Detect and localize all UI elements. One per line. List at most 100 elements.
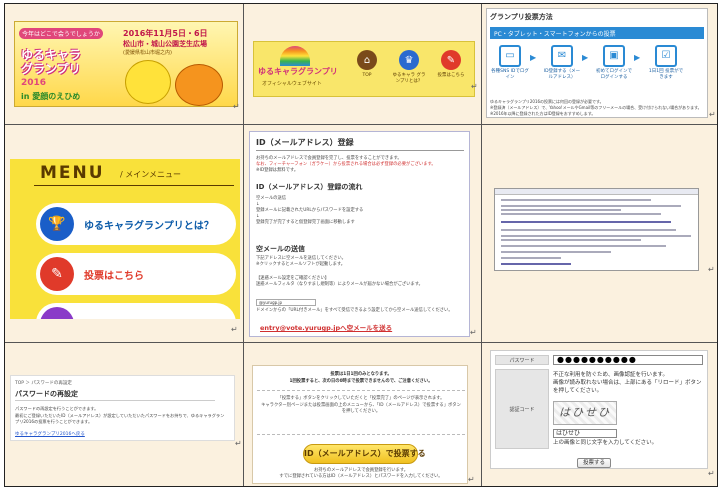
spam-warning-text: ドメインからの「URL付きメール」をすべて受信できるよう設定してから空メール送信… bbox=[256, 308, 453, 313]
nav-top-button[interactable]: ⌂ TOP bbox=[350, 50, 384, 94]
menu-item-label: ゆるキャラグランプリとは？ bbox=[84, 221, 214, 232]
divider bbox=[256, 150, 464, 151]
mascot-bird-icon bbox=[125, 60, 171, 104]
paragraph-mark-icon: ↵ bbox=[468, 475, 475, 484]
vote-method-bar: PC・タブレット・スマートフォンからの投票 bbox=[490, 27, 704, 39]
paragraph-mark-icon: ↵ bbox=[471, 82, 478, 91]
submit-vote-button[interactable]: 投票する bbox=[577, 458, 611, 468]
banner-date: 2016年11月5日・6日 bbox=[123, 29, 208, 38]
vote-step-label: ID登録する（メールアドレス） bbox=[543, 69, 581, 80]
email-screenshot bbox=[494, 188, 699, 271]
divider bbox=[257, 434, 465, 435]
captcha-instructions: 画像が読み取れない場合は、上部にある「リロード」ボタンを押してください。 bbox=[553, 380, 702, 394]
site-header: ゆるキャラグランプリ オフィシャルウェブサイト ⌂ TOP ♛ ゆるキャラ グラ… bbox=[253, 41, 475, 97]
site-logo[interactable]: ゆるキャラグランプリ bbox=[258, 66, 338, 77]
vote-step-label: 1日1回 投票ができます bbox=[648, 69, 684, 80]
email-line bbox=[501, 213, 661, 215]
vote-footer-text: すでに登録されている方はID（メールアドレス）とパスワードを入力してください。 bbox=[279, 474, 443, 479]
nav-vote-button[interactable]: ✎ 投票はこちら bbox=[434, 50, 468, 94]
id-register-text: ※ID登録は無料です。 bbox=[256, 168, 299, 173]
email-line bbox=[501, 239, 641, 241]
email-line bbox=[501, 251, 611, 253]
email-line bbox=[501, 235, 691, 237]
mascot-orange-icon bbox=[175, 64, 223, 106]
vote-method-panel: グランプリ投票方法 PC・タブレット・スマートフォンからの投票 ▭ 各種SNS … bbox=[486, 8, 708, 118]
menu-item-partial[interactable] bbox=[36, 303, 236, 319]
password-input[interactable]: ●●●●●●●●●● bbox=[553, 355, 703, 365]
cell-event-banner: 今年はどこで会うでしょうか 2016年11月5日・6日 松山市・城山公園芝生広場… bbox=[5, 4, 243, 124]
vote-icon: ✎ bbox=[40, 257, 74, 291]
cell-password-reset: TOP ＞ パスワードの再設定 パスワードの再設定 パスワードの再設定を行うこと… bbox=[5, 343, 243, 488]
yurugp-logo: ゆるキャラ グランプリ 2016 in 愛顔のえひめ bbox=[21, 48, 117, 104]
captcha-hint: 上の画像と同じ文字を入力してください。 bbox=[553, 440, 658, 446]
email-toolbar bbox=[495, 189, 698, 195]
banner-address: (愛媛県松山市堀之内) bbox=[123, 50, 172, 56]
send-empty-mail-link[interactable]: entry@vote.yurugp.jpへ空メールを送る bbox=[260, 322, 392, 332]
divider bbox=[15, 400, 215, 401]
menu-item-vote[interactable]: ✎ 投票はこちら bbox=[36, 253, 236, 295]
vote-step: ▭ 各種SNS IDでログイン bbox=[491, 45, 529, 95]
menu-item-label: 投票はこちら bbox=[84, 271, 144, 282]
send-title: 空メールの送信 bbox=[256, 245, 305, 253]
cell-id-register: ID（メールアドレス）登録 お持ちのメールアドレスで会員登録を完了し、投票をする… bbox=[244, 125, 481, 342]
cell-email-screenshot: ↵ bbox=[482, 125, 719, 342]
captcha-input[interactable]: はひせひ bbox=[553, 429, 617, 438]
menu-divider bbox=[34, 185, 234, 186]
vote-now-panel: 投票は1日1回のみとなります。 1回投票すると、次の日の0時まで投票できませんの… bbox=[252, 365, 468, 484]
flow-title: ID（メールアドレス）登録の流れ bbox=[256, 183, 363, 191]
arrow-right-icon: ▶ bbox=[530, 53, 537, 62]
menu-title: MENU bbox=[40, 163, 105, 183]
reset-text: 最初にご登録いただいたID（メールアドレス）が設定していただいたパスワードをお持… bbox=[15, 413, 225, 424]
vote-method-note: ※2016年以降に登録された方はID登録をおすすめします。 bbox=[490, 111, 596, 116]
reset-text: パスワードの再設定を行うことができます。 bbox=[15, 406, 99, 411]
page-title: パスワードの再設定 bbox=[15, 390, 78, 398]
email-line bbox=[501, 199, 651, 201]
logo-line: ゆるキャラ bbox=[21, 48, 82, 62]
site-sublogo: オフィシャルウェブサイト bbox=[262, 81, 322, 87]
email-line bbox=[501, 257, 561, 259]
email-line bbox=[501, 205, 681, 207]
cell-vote-method: グランプリ投票方法 PC・タブレット・スマートフォンからの投票 ▭ 各種SNS … bbox=[482, 4, 719, 124]
event-banner[interactable]: 今年はどこで会うでしょうか 2016年11月5日・6日 松山市・城山公園芝生広場… bbox=[14, 21, 238, 107]
paragraph-mark-icon: ↵ bbox=[708, 469, 715, 478]
captcha-instructions: 不正な利用を防ぐため、画像認証を行います。 bbox=[553, 372, 668, 378]
vote-instructions: 「投票する」ボタンをクリックしていただくと「投票完了」のページが表示されます。 bbox=[277, 396, 445, 401]
flow-step: 登録完了が完了すると仮登録完了画面に移動します bbox=[256, 220, 355, 225]
email-line bbox=[501, 229, 676, 231]
menu-item-about[interactable]: 🏆 ゆるキャラグランプリとは？ bbox=[36, 203, 236, 245]
device-icon: ▭ bbox=[499, 45, 521, 67]
vote-limit-notice: 1回投票すると、次の日の0時まで投票できませんので、ご注意ください。 bbox=[289, 379, 433, 384]
main-menu: MENU / メインメニュー 🏆 ゆるキャラグランプリとは？ ✎ 投票はこちら bbox=[10, 159, 240, 319]
arrow-right-icon: ▶ bbox=[582, 53, 589, 62]
cell-site-header: ゆるキャラグランプリ オフィシャルウェブサイト ⌂ TOP ♛ ゆるキャラ グラ… bbox=[244, 4, 481, 124]
paragraph-mark-icon: ↵ bbox=[233, 102, 240, 111]
nav-about-button[interactable]: ♛ ゆるキャラ グランプリとは？ bbox=[392, 50, 426, 94]
vote-limit-notice: 投票は1日1回のみとなります。 bbox=[330, 372, 392, 377]
home-icon: ⌂ bbox=[357, 50, 377, 70]
paragraph-mark-icon: ↵ bbox=[231, 325, 238, 334]
email-line bbox=[501, 209, 621, 211]
vote-instructions: キャラクター別ページまたは投票画面の上のメニューから、「ID（メールアドレス）で… bbox=[261, 403, 461, 414]
screenshot-collage-grid: 今年はどこで会うでしょうか 2016年11月5日・6日 松山市・城山公園芝生広場… bbox=[4, 3, 718, 487]
back-link[interactable]: ゆるキャラグランプリ2016へ戻る bbox=[15, 431, 85, 437]
vote-method-title: グランプリ投票方法 bbox=[490, 13, 553, 21]
trophy-icon: ♛ bbox=[399, 50, 419, 70]
paragraph-mark-icon: ↵ bbox=[709, 110, 716, 119]
logo-line: グランプリ bbox=[21, 62, 81, 76]
password-label: パスワード bbox=[495, 355, 549, 365]
banner-ribbon: 今年はどこで会うでしょうか bbox=[19, 28, 103, 39]
email-link[interactable] bbox=[501, 263, 571, 265]
vote-step-label: 各種SNS IDでログイン bbox=[491, 69, 529, 80]
nav-label: TOP bbox=[362, 73, 372, 78]
email-link[interactable] bbox=[501, 221, 671, 223]
id-register-title: ID（メールアドレス）登録 bbox=[256, 138, 354, 147]
paragraph-mark-icon: ↵ bbox=[235, 439, 242, 448]
divider bbox=[257, 390, 465, 391]
vote-icon: ✎ bbox=[441, 50, 461, 70]
breadcrumb[interactable]: TOP ＞ パスワードの再設定 bbox=[15, 380, 72, 386]
vote-with-id-button[interactable]: ID（メールアドレス）で投票する bbox=[303, 444, 426, 464]
paragraph-mark-icon: ↵ bbox=[470, 328, 477, 337]
domain-box: @yurugp.jp bbox=[256, 299, 316, 306]
trophy-icon: 🏆 bbox=[40, 207, 74, 241]
mail-icon: ✉ bbox=[551, 45, 573, 67]
